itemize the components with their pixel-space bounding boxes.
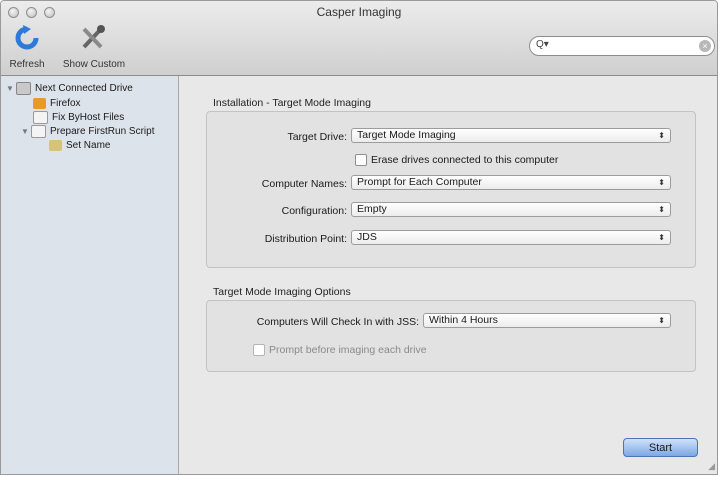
script-icon: [33, 110, 48, 124]
erase-drives-checkbox[interactable]: [355, 154, 367, 166]
start-button[interactable]: Start: [623, 438, 698, 457]
casper-imaging-window: Casper Imaging Refresh Show Custom Q▾ × …: [0, 0, 718, 475]
show-custom-label: Show Custom: [62, 59, 126, 70]
sidebar-item-label: Fix ByHost Files: [52, 111, 125, 123]
sidebar-item-label: Set Name: [66, 139, 111, 151]
search-field[interactable]: Q▾ ×: [529, 36, 715, 56]
sidebar-item-set-name[interactable]: Set Name: [49, 138, 110, 152]
check-in-value: Within 4 Hours: [429, 314, 498, 326]
options-section: [206, 300, 696, 372]
sidebar-item-label: Next Connected Drive: [35, 82, 133, 94]
sidebar-item-fix-byhost-files[interactable]: Fix ByHost Files: [33, 110, 124, 124]
disclosure-triangle-icon[interactable]: ▼: [21, 127, 31, 136]
installation-section-title: Installation - Target Mode Imaging: [213, 97, 371, 109]
disclosure-triangle-icon[interactable]: ▼: [6, 84, 16, 93]
script-icon: [31, 124, 46, 138]
distribution-point-value: JDS: [357, 231, 377, 243]
erase-drives-label: Erase drives connected to this computer: [371, 154, 559, 166]
window-title: Casper Imaging: [316, 5, 402, 19]
prompt-before-imaging-checkbox[interactable]: [253, 344, 265, 356]
chevron-updown-icon: ⬍: [658, 205, 665, 214]
distribution-point-label: Distribution Point:: [264, 233, 347, 245]
refresh-button[interactable]: Refresh: [7, 23, 47, 73]
refresh-icon: [15, 25, 39, 50]
target-drive-select[interactable]: Target Mode Imaging ⬍: [351, 128, 671, 143]
configuration-select[interactable]: Empty ⬍: [351, 202, 671, 217]
prompt-before-imaging-label: Prompt before imaging each drive: [269, 344, 427, 356]
options-section-title: Target Mode Imaging Options: [213, 286, 351, 298]
package-icon: [33, 97, 46, 109]
target-drive-value: Target Mode Imaging: [357, 129, 456, 141]
refresh-label: Refresh: [9, 59, 45, 70]
sidebar-item-next-connected-drive[interactable]: ▼ Next Connected Drive: [6, 81, 133, 95]
distribution-point-select[interactable]: JDS ⬍: [351, 230, 671, 245]
main-panel: Installation - Target Mode Imaging Targe…: [179, 76, 717, 474]
chevron-updown-icon: ⬍: [658, 316, 665, 325]
check-in-select[interactable]: Within 4 Hours ⬍: [423, 313, 671, 328]
computer-names-value: Prompt for Each Computer: [357, 176, 482, 188]
chevron-updown-icon: ⬍: [658, 178, 665, 187]
chevron-updown-icon: ⬍: [658, 131, 665, 140]
configuration-label: Configuration:: [281, 205, 347, 217]
search-icon: Q▾: [536, 39, 549, 50]
resize-grip-icon[interactable]: ◢: [708, 461, 715, 472]
show-custom-button[interactable]: Show Custom: [59, 23, 129, 73]
name-icon: [49, 139, 62, 151]
target-drive-label: Target Drive:: [287, 131, 347, 143]
tools-icon: [82, 25, 105, 49]
sidebar-item-prepare-firstrun-script[interactable]: ▼ Prepare FirstRun Script: [21, 124, 154, 138]
computer-names-select[interactable]: Prompt for Each Computer ⬍: [351, 175, 671, 190]
computer-names-label: Computer Names:: [261, 178, 347, 190]
check-in-label: Computers Will Check In with JSS:: [256, 316, 419, 328]
configuration-value: Empty: [357, 203, 387, 215]
chevron-updown-icon: ⬍: [658, 233, 665, 242]
sidebar-item-label: Firefox: [50, 97, 81, 109]
sidebar-item-firefox[interactable]: Firefox: [33, 96, 81, 110]
sidebar-item-label: Prepare FirstRun Script: [50, 125, 155, 137]
drive-icon: [16, 81, 31, 95]
titlebar: Casper Imaging Refresh Show Custom Q▾ ×: [1, 1, 717, 76]
clear-search-icon[interactable]: ×: [699, 40, 711, 52]
sidebar: ▼ Next Connected Drive Firefox Fix ByHos…: [1, 76, 179, 474]
